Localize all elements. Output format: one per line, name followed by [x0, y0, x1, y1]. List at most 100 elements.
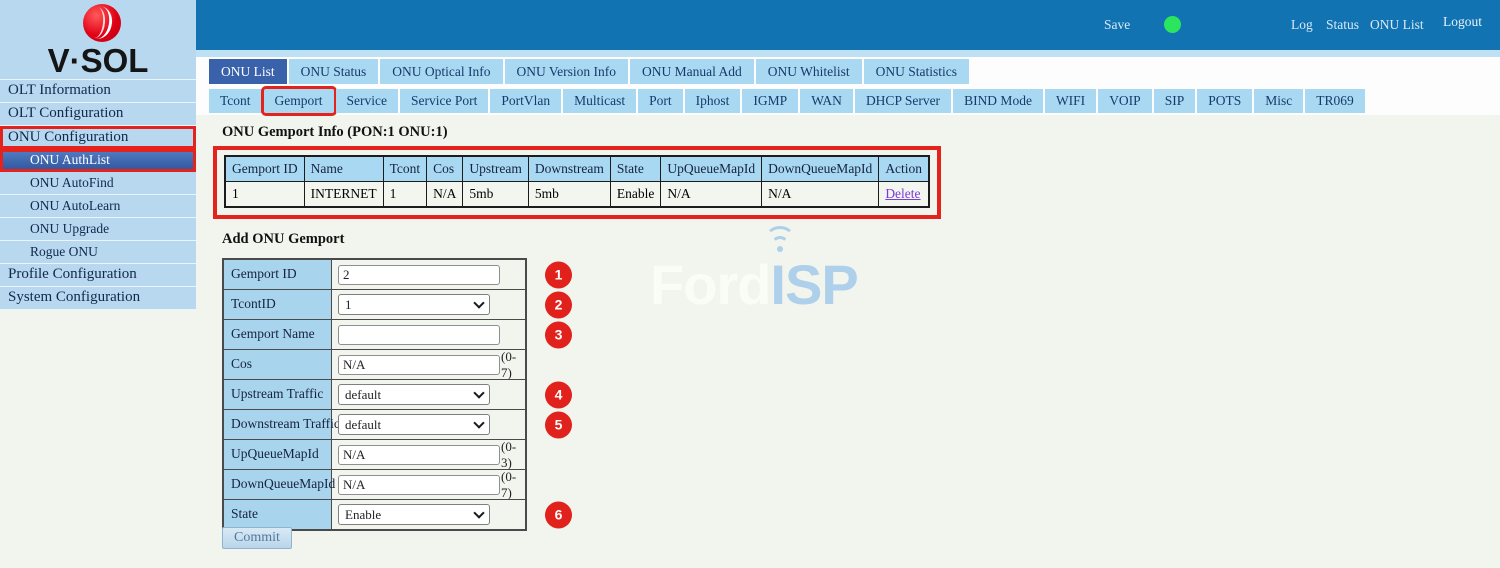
table-row: 1INTERNET1N/A5mb5mbEnableN/AN/ADelete — [225, 182, 929, 208]
annotation-badge-1: 1 — [545, 261, 572, 288]
subtab-tr069[interactable]: TR069 — [1305, 89, 1365, 113]
range-hint: (0-7) — [501, 349, 525, 381]
watermark-accent-text: ISP — [770, 252, 857, 317]
annotation-badge-2: 2 — [545, 291, 572, 318]
log-link[interactable]: Log — [1291, 17, 1313, 33]
subtab-wifi[interactable]: WIFI — [1045, 89, 1096, 113]
downstream-traffic-select[interactable]: default — [338, 414, 490, 435]
field-value-gemport-name — [332, 320, 525, 349]
upqueuemapid-input[interactable] — [338, 445, 500, 465]
subtab-pots[interactable]: POTS — [1197, 89, 1252, 113]
save-button[interactable]: Save — [1104, 17, 1130, 33]
tcontid-select[interactable]: 1 — [338, 294, 490, 315]
subtab-service-port[interactable]: Service Port — [400, 89, 488, 113]
chevron-down-icon — [473, 417, 484, 428]
delete-link[interactable]: Delete — [885, 186, 920, 201]
form-row-state: StateEnable6 — [224, 499, 525, 529]
onu-list-link[interactable]: ONU List — [1370, 17, 1424, 33]
column-header-upqueuemapid: UpQueueMapId — [661, 156, 762, 182]
subtab-portvlan[interactable]: PortVlan — [490, 89, 561, 113]
topbar: Save Log Status ONU List Logout — [196, 0, 1500, 50]
subtab-misc[interactable]: Misc — [1254, 89, 1303, 113]
subtab-service[interactable]: Service — [336, 89, 398, 113]
subtab-voip[interactable]: VOIP — [1098, 89, 1152, 113]
cell-tcont: 1 — [383, 182, 427, 208]
primary-tabs: ONU ListONU StatusONU Optical InfoONU Ve… — [209, 59, 1500, 84]
tab-onu-optical-info[interactable]: ONU Optical Info — [380, 59, 502, 84]
sidebar-item-profile-configuration[interactable]: Profile Configuration — [0, 264, 196, 287]
annotation-badge-6: 6 — [545, 501, 572, 528]
field-value-state: Enable — [332, 500, 525, 529]
form-row-upstream-traffic: Upstream Trafficdefault4 — [224, 379, 525, 409]
column-header-name: Name — [304, 156, 383, 182]
field-label-upstream-traffic: Upstream Traffic — [224, 380, 332, 409]
sidebar-item-onu-configuration[interactable]: ONU Configuration — [0, 126, 196, 149]
subtab-port[interactable]: Port — [638, 89, 683, 113]
form-row-cos: Cos(0-7) — [224, 349, 525, 379]
cell-downqueuemapid: N/A — [762, 182, 879, 208]
field-label-gemport-id: Gemport ID — [224, 260, 332, 289]
annotation-badge-4: 4 — [545, 381, 572, 408]
tab-onu-status[interactable]: ONU Status — [289, 59, 379, 84]
selected-option: Enable — [345, 507, 381, 523]
table-header-row: Gemport IDNameTcontCosUpstreamDownstream… — [225, 156, 929, 182]
subtab-igmp[interactable]: IGMP — [742, 89, 798, 113]
subtab-dhcp-server[interactable]: DHCP Server — [855, 89, 951, 113]
upstream-traffic-select[interactable]: default — [338, 384, 490, 405]
field-value-downstream-traffic: default — [332, 410, 525, 439]
selected-option: default — [345, 387, 381, 403]
subtab-wan[interactable]: WAN — [800, 89, 853, 113]
state-select[interactable]: Enable — [338, 504, 490, 525]
chevron-down-icon — [473, 507, 484, 518]
tab-onu-statistics[interactable]: ONU Statistics — [864, 59, 969, 84]
tab-onu-whitelist[interactable]: ONU Whitelist — [756, 59, 862, 84]
chevron-down-icon — [473, 387, 484, 398]
cell-gemport-id: 1 — [225, 182, 304, 208]
selected-option: default — [345, 417, 381, 433]
tab-onu-list[interactable]: ONU List — [209, 59, 287, 84]
selected-option: 1 — [345, 297, 352, 313]
subtab-sip[interactable]: SIP — [1154, 89, 1196, 113]
form-row-downstream-traffic: Downstream Trafficdefault5 — [224, 409, 525, 439]
sidebar-item-rogue-onu[interactable]: Rogue ONU — [0, 241, 196, 264]
column-header-action: Action — [879, 156, 929, 182]
sidebar-item-olt-information[interactable]: OLT Information — [0, 80, 196, 103]
logout-button[interactable]: Logout — [1443, 14, 1482, 30]
tab-onu-version-info[interactable]: ONU Version Info — [505, 59, 629, 84]
downqueuemapid-input[interactable] — [338, 475, 500, 495]
subtab-tcont[interactable]: Tcont — [209, 89, 262, 113]
annotation-badge-3: 3 — [545, 321, 572, 348]
tab-onu-manual-add[interactable]: ONU Manual Add — [630, 59, 754, 84]
watermark-faint-text: Ford — [650, 253, 770, 316]
subtab-iphost[interactable]: Iphost — [685, 89, 741, 113]
sidebar-item-system-configuration[interactable]: System Configuration — [0, 287, 196, 310]
column-header-state: State — [610, 156, 660, 182]
vsol-globe-icon — [83, 4, 121, 42]
column-header-downstream: Downstream — [528, 156, 610, 182]
subtab-bind-mode[interactable]: BIND Mode — [953, 89, 1043, 113]
sidebar-item-olt-configuration[interactable]: OLT Configuration — [0, 103, 196, 126]
table-body: 1INTERNET1N/A5mb5mbEnableN/AN/ADelete — [225, 182, 929, 208]
gemport-id-input[interactable] — [338, 265, 500, 285]
annotation-badge-5: 5 — [545, 411, 572, 438]
subtab-multicast[interactable]: Multicast — [563, 89, 636, 113]
logo-wordmark: V·SOL — [0, 42, 196, 80]
form-row-tcontid: TcontID12 — [224, 289, 525, 319]
sidebar-item-onu-autofind[interactable]: ONU AutoFind — [0, 172, 196, 195]
subtab-gemport[interactable]: Gemport — [264, 89, 334, 113]
cos-input[interactable] — [338, 355, 500, 375]
sidebar-menu: OLT InformationOLT ConfigurationONU Conf… — [0, 79, 196, 310]
tab-band: ONU ListONU StatusONU Optical InfoONU Ve… — [196, 57, 1500, 115]
sidebar-item-onu-upgrade[interactable]: ONU Upgrade — [0, 218, 196, 241]
sidebar-item-onu-authlist[interactable]: ONU AuthList — [0, 149, 196, 172]
gemport-info-title: ONU Gemport Info (PON:1 ONU:1) — [222, 124, 448, 141]
sidebar-item-onu-autolearn[interactable]: ONU AutoLearn — [0, 195, 196, 218]
add-gemport-title: Add ONU Gemport — [222, 231, 344, 248]
status-link[interactable]: Status — [1326, 17, 1359, 33]
gemport-name-input[interactable] — [338, 325, 500, 345]
form-row-upqueuemapid: UpQueueMapId(0-3) — [224, 439, 525, 469]
cell-action: Delete — [879, 182, 929, 208]
commit-button[interactable]: Commit — [222, 527, 292, 549]
field-value-upstream-traffic: default — [332, 380, 525, 409]
watermark: FordISP — [650, 252, 858, 317]
